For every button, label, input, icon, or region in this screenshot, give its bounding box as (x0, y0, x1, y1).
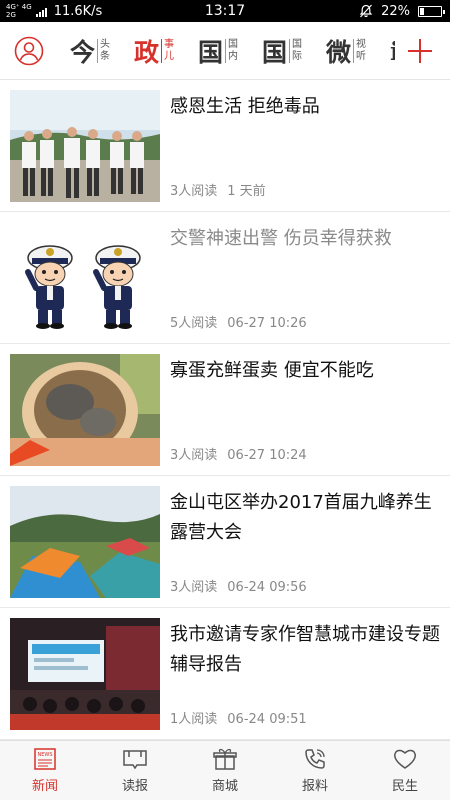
channel-tabs: 今头条 政事儿 国国内 国国际 微视听 i (70, 22, 395, 80)
news-item[interactable]: 金山屯区举办2017首届九峰养生露营大会 3人阅读 06-24 09:56 (0, 476, 450, 608)
nav-tab-label: 读报 (121, 779, 148, 794)
user-avatar-icon[interactable] (14, 36, 44, 66)
tab-channel[interactable]: 今头条 (70, 33, 130, 69)
nav-tab-news[interactable]: NEWS 新闻 (0, 741, 90, 800)
news-meta: 1人阅读 06-24 09:51 (170, 708, 307, 727)
add-channel-plus-icon[interactable] (404, 35, 436, 67)
publish-time: 06-27 10:26 (227, 316, 307, 331)
tab-label-small: 国际 (289, 39, 302, 63)
tab-label-big: 国 (262, 38, 288, 67)
tab-label-small: 国内 (225, 39, 238, 63)
tab-label-small: 头条 (97, 39, 110, 63)
news-list: 感恩生活 拒绝毒品 3人阅读 1 天前 交警神速出警 伤员幸得获救 5人阅读 0… (0, 80, 450, 740)
news-thumbnail-camping (10, 486, 160, 598)
news-meta: 3人阅读 06-27 10:24 (170, 444, 307, 463)
heart-icon (392, 747, 418, 771)
news-title: 感恩生活 拒绝毒品 (170, 96, 320, 117)
tab-label-big: 政 (134, 38, 160, 67)
news-meta: 3人阅读 06-24 09:56 (170, 576, 307, 595)
tab-channel-active[interactable]: 政事儿 (134, 33, 194, 69)
bottom-nav: NEWS 新闻 读报 商城 报料 民生 (0, 740, 450, 800)
mute-bell-icon (359, 4, 373, 18)
read-count: 3人阅读 (170, 580, 218, 595)
tab-label-big: 今 (70, 38, 96, 67)
nav-tab-label: 新闻 (31, 779, 58, 794)
news-item[interactable]: 交警神速出警 伤员幸得获救 5人阅读 06-27 10:26 (0, 212, 450, 344)
tab-channel[interactable]: 国国际 (262, 33, 322, 69)
news-thumbnail-traffic-police (10, 222, 160, 334)
news-title: 我市邀请专家作智慧城市建设专题辅导报告 (170, 624, 440, 675)
news-title: 金山屯区举办2017首届九峰养生露营大会 (170, 492, 432, 543)
news-item[interactable]: 寡蛋充鲜蛋卖 便宜不能吃 3人阅读 06-27 10:24 (0, 344, 450, 476)
publish-time: 06-24 09:56 (227, 580, 307, 595)
tab-label-small: 事儿 (161, 39, 174, 63)
read-count: 3人阅读 (170, 184, 218, 199)
publish-time: 06-24 09:51 (227, 712, 307, 727)
tab-channel[interactable]: 国国内 (198, 33, 258, 69)
tab-channel-partial[interactable]: i (390, 37, 395, 66)
news-thumbnail-egg (10, 354, 160, 466)
nav-tab-livelihood[interactable]: 民生 (360, 741, 450, 800)
nav-tab-label: 商城 (211, 779, 238, 794)
read-count: 5人阅读 (170, 316, 218, 331)
tab-label-small: 视听 (353, 39, 366, 63)
phone-icon (302, 747, 328, 771)
news-thumbnail-officials (10, 90, 160, 202)
news-item[interactable]: 感恩生活 拒绝毒品 3人阅读 1 天前 (0, 80, 450, 212)
channel-bar: 今头条 政事儿 国国内 国国际 微视听 i (0, 22, 450, 80)
battery-percent: 22% (381, 3, 410, 19)
nav-tab-mall[interactable]: 商城 (180, 741, 270, 800)
newspaper-icon (121, 747, 149, 771)
nav-tab-newspaper[interactable]: 读报 (90, 741, 180, 800)
news-item[interactable]: 我市邀请专家作智慧城市建设专题辅导报告 1人阅读 06-24 09:51 (0, 608, 450, 740)
news-meta: 5人阅读 06-27 10:26 (170, 312, 307, 331)
nav-tab-report[interactable]: 报料 (270, 741, 360, 800)
news-title: 寡蛋充鲜蛋卖 便宜不能吃 (170, 360, 374, 381)
gift-icon (212, 747, 238, 771)
news-thumbnail-lecture (10, 618, 160, 730)
tab-label-big: 国 (198, 38, 224, 67)
publish-time: 1 天前 (227, 184, 266, 199)
tab-channel[interactable]: 微视听 (326, 33, 386, 69)
read-count: 1人阅读 (170, 712, 218, 727)
battery-icon (418, 5, 445, 17)
news-icon: NEWS (32, 747, 58, 771)
tab-label-big: 微 (326, 38, 352, 67)
read-count: 3人阅读 (170, 448, 218, 463)
tab-label-big: i (390, 36, 395, 66)
publish-time: 06-27 10:24 (227, 448, 307, 463)
news-meta: 3人阅读 1 天前 (170, 180, 266, 199)
svg-text:NEWS: NEWS (37, 752, 52, 758)
news-title: 交警神速出警 伤员幸得获救 (170, 228, 392, 249)
nav-tab-label: 民生 (391, 779, 418, 794)
status-bar: 4G⁺ 4G 2G 11.6K/s 13:17 22% (0, 0, 450, 22)
nav-tab-label: 报料 (301, 779, 328, 794)
